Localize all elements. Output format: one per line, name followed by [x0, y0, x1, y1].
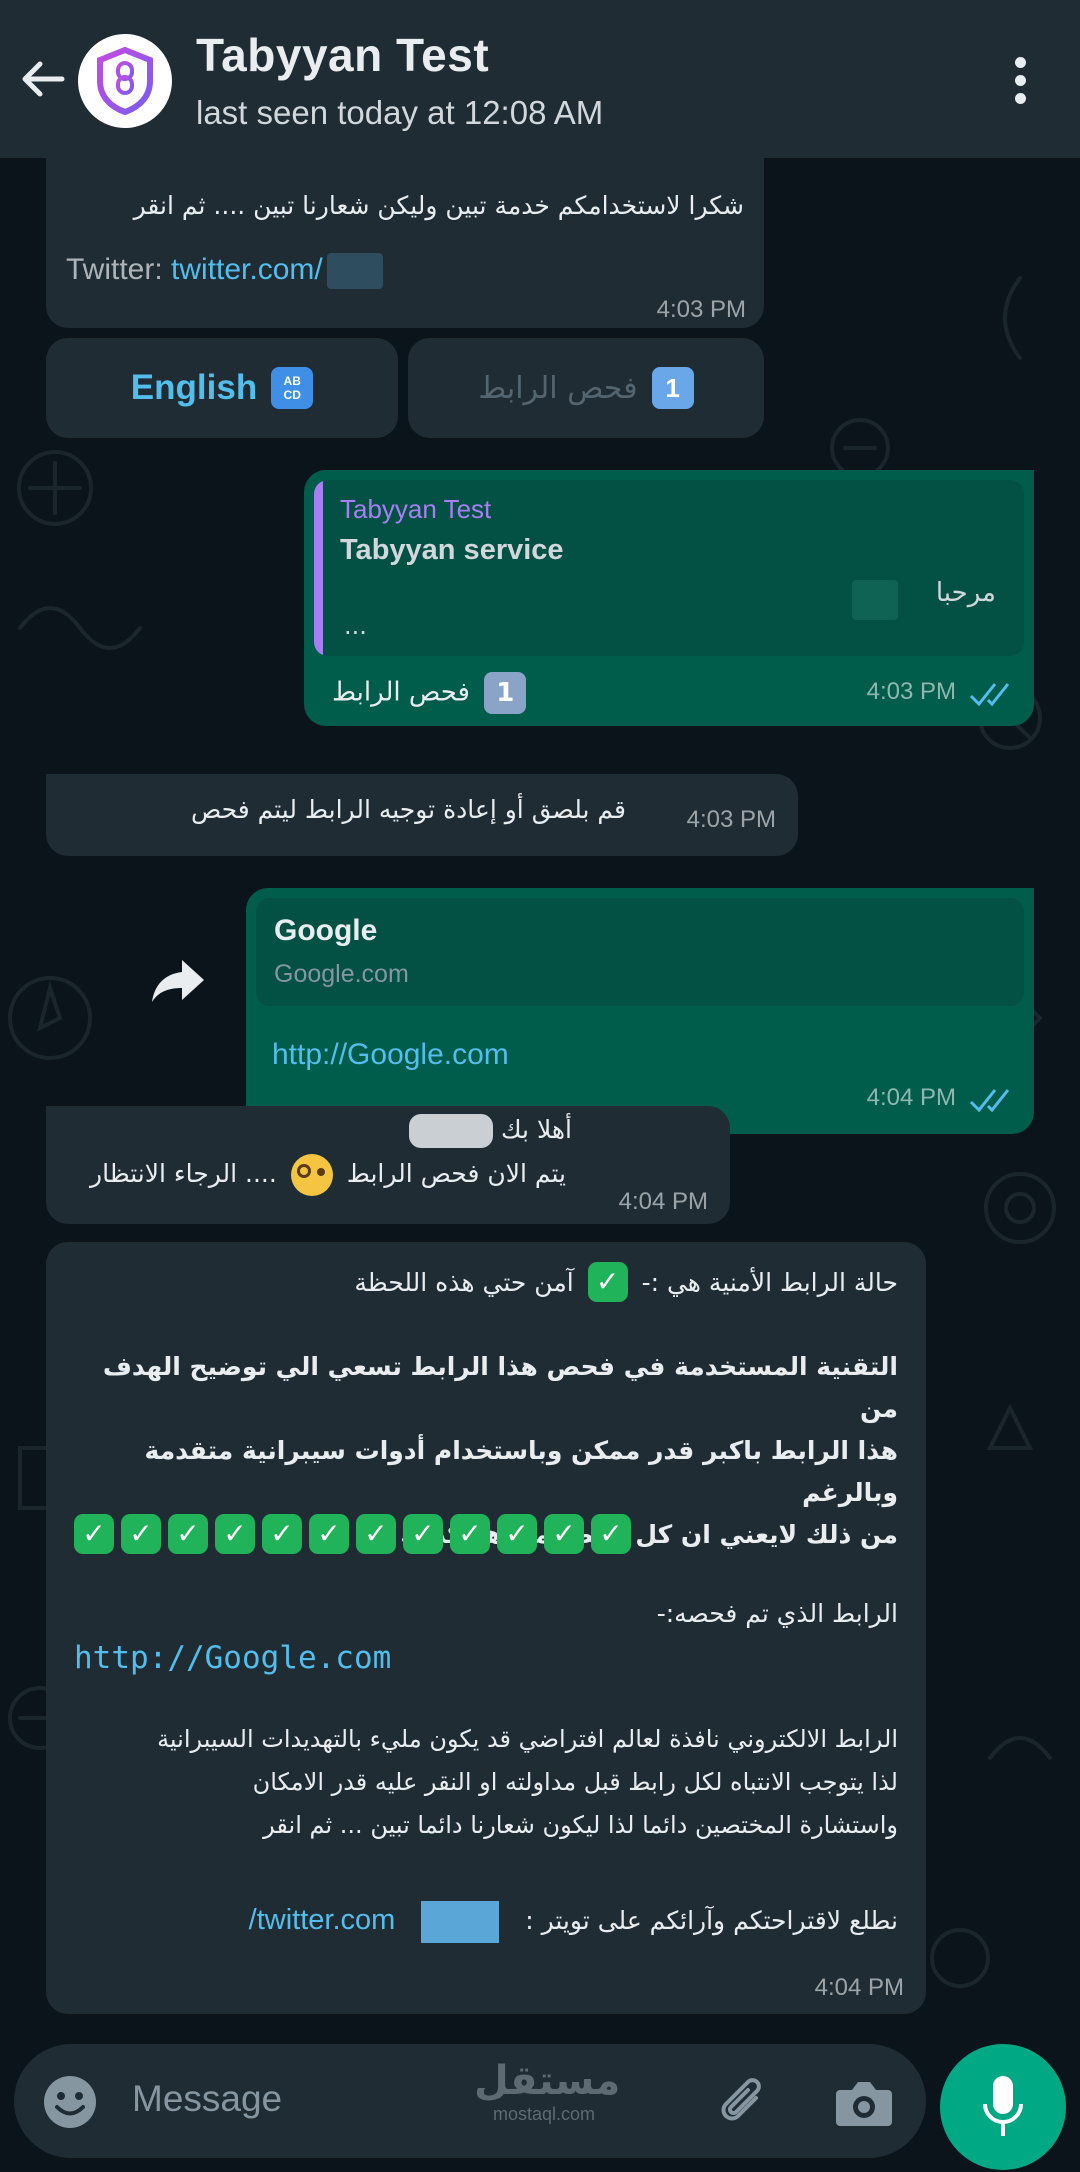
double-check-icon — [969, 1089, 1010, 1113]
check-link-label: فحص الرابط — [478, 370, 638, 406]
more-options-icon[interactable] — [1000, 52, 1040, 112]
voice-record-button[interactable] — [940, 2044, 1066, 2170]
message-bubble-incoming[interactable]: أهلا بك يتم الان فحص الرابط .... الرجاء … — [46, 1106, 730, 1224]
message-bubble-incoming[interactable]: شكرا لاستخدامكم خدمة تبين وليكن شعارنا ت… — [46, 158, 764, 328]
advice-paragraph: الرابط الالكتروني نافذة لعالم افتراضي قد… — [157, 1725, 898, 1839]
check-link-button[interactable]: فحص الرابط 1 — [408, 338, 764, 438]
check-mark-icon: ✓ — [74, 1514, 114, 1554]
message-time: 4:03 PM — [686, 806, 776, 833]
redacted-name — [409, 1114, 494, 1148]
preview-title: Google — [274, 914, 378, 947]
preview-domain: Google.com — [274, 960, 409, 988]
keycap-one-icon: 1 — [484, 672, 527, 714]
twitter-label: Twitter: — [66, 253, 163, 286]
quote-text: مرحبا — [935, 578, 996, 608]
back-arrow-icon[interactable] — [14, 50, 72, 108]
quote-thumbnail — [852, 580, 898, 620]
microphone-icon — [983, 2076, 1023, 2136]
message-bubble-incoming[interactable]: قم بلصق أو إعادة توجيه الرابط ليتم فحص 4… — [46, 774, 798, 856]
check-mark-row: ✓ ✓ ✓ ✓ ✓ ✓ ✓ ✓ ✓ ✓ ✓ ✓ — [74, 1514, 638, 1554]
chat-header: Tabyyan Test last seen today at 12:08 AM — [0, 0, 1080, 158]
message-time: 4:03 PM — [866, 678, 956, 705]
message-composer: Message مستقل mostaql.com — [0, 2030, 1080, 2172]
check-mark-icon: ✓ — [587, 1262, 628, 1302]
quote-title: Tabyyan service — [340, 534, 564, 566]
redacted-handle — [421, 1901, 500, 1943]
message-time: 4:03 PM — [656, 296, 746, 323]
checked-link-label: الرابط الذي تم فحصه:- — [656, 1599, 898, 1628]
last-seen-status: last seen today at 12:08 AM — [196, 94, 604, 131]
link-preview[interactable]: Google Google.com — [256, 898, 1024, 1006]
message-time: 4:04 PM — [866, 1084, 956, 1111]
attachment-icon[interactable] — [714, 2072, 774, 2132]
avatar[interactable] — [78, 34, 172, 128]
message-placeholder: Message — [132, 2078, 283, 2119]
message-bubble-outgoing[interactable]: Tabyyan Test Tabyyan service مرحبا ... ف… — [304, 470, 1034, 726]
message-time: 4:04 PM — [618, 1188, 708, 1215]
check-mark-icon: ✓ — [450, 1514, 490, 1554]
mostaql-watermark: مستقل mostaql.com — [474, 2058, 621, 2124]
twitter-link[interactable]: twitter.com/ — [171, 253, 323, 286]
abcd-icon: AB CD — [271, 367, 314, 409]
message-text: قم بلصق أو إعادة توجيه الرابط ليتم فحص — [190, 795, 626, 824]
emoji-icon[interactable] — [42, 2074, 98, 2130]
security-status-line: حالة الرابط الأمنية هي :- ✓ آمن حتي هذه … — [354, 1262, 898, 1303]
message-bubble-incoming[interactable]: حالة الرابط الأمنية هي :- ✓ آمن حتي هذه … — [46, 1242, 926, 2014]
message-text: فحص الرابط 1 — [332, 672, 527, 714]
check-mark-icon: ✓ — [121, 1514, 161, 1554]
check-mark-icon: ✓ — [544, 1514, 584, 1554]
status-line: يتم الان فحص الرابط .... الرجاء الانتظار — [90, 1154, 566, 1196]
check-mark-icon: ✓ — [403, 1514, 443, 1554]
quote-ellipsis: ... — [344, 612, 367, 640]
check-mark-icon: ✓ — [168, 1514, 208, 1554]
double-check-icon — [969, 683, 1010, 707]
camera-icon[interactable] — [834, 2076, 894, 2128]
check-mark-icon: ✓ — [356, 1514, 396, 1554]
check-mark-icon: ✓ — [262, 1514, 302, 1554]
english-label: English — [130, 368, 258, 407]
message-text: شكرا لاستخدامكم خدمة تبين وليكن شعارنا ت… — [133, 191, 744, 220]
message-bubble-outgoing[interactable]: Google Google.com http://Google.com 4:04… — [246, 888, 1034, 1134]
check-mark-icon: ✓ — [309, 1514, 349, 1554]
checked-link[interactable]: http://Google.com — [74, 1640, 391, 1676]
message-time: 4:04 PM — [814, 1974, 904, 2001]
english-button[interactable]: English AB CD — [46, 338, 398, 438]
redacted-block — [327, 253, 384, 290]
chat-area[interactable]: شكرا لاستخدامكم خدمة تبين وليكن شعارنا ت… — [0, 158, 1080, 2030]
twitter-footer: نطلع لاقتراحتكم وآرائكم على تويتر : twit… — [249, 1900, 898, 1943]
quoted-message[interactable]: Tabyyan Test Tabyyan service مرحبا ... — [314, 480, 1024, 656]
monocle-face-icon — [290, 1154, 333, 1196]
forward-icon[interactable] — [150, 958, 206, 1004]
greeting-line: أهلا بك — [409, 1110, 572, 1150]
shield-link-icon — [97, 47, 153, 115]
twitter-link[interactable]: twitter.com/ — [249, 1904, 396, 1936]
contact-name[interactable]: Tabyyan Test — [196, 28, 489, 82]
message-input[interactable]: Message مستقل mostaql.com — [14, 2044, 926, 2158]
check-mark-icon: ✓ — [591, 1514, 631, 1554]
check-mark-icon: ✓ — [215, 1514, 255, 1554]
check-mark-icon: ✓ — [497, 1514, 537, 1554]
quote-author: Tabyyan Test — [340, 494, 492, 524]
message-link[interactable]: http://Google.com — [272, 1038, 509, 1072]
keycap-one-icon: 1 — [651, 367, 694, 409]
